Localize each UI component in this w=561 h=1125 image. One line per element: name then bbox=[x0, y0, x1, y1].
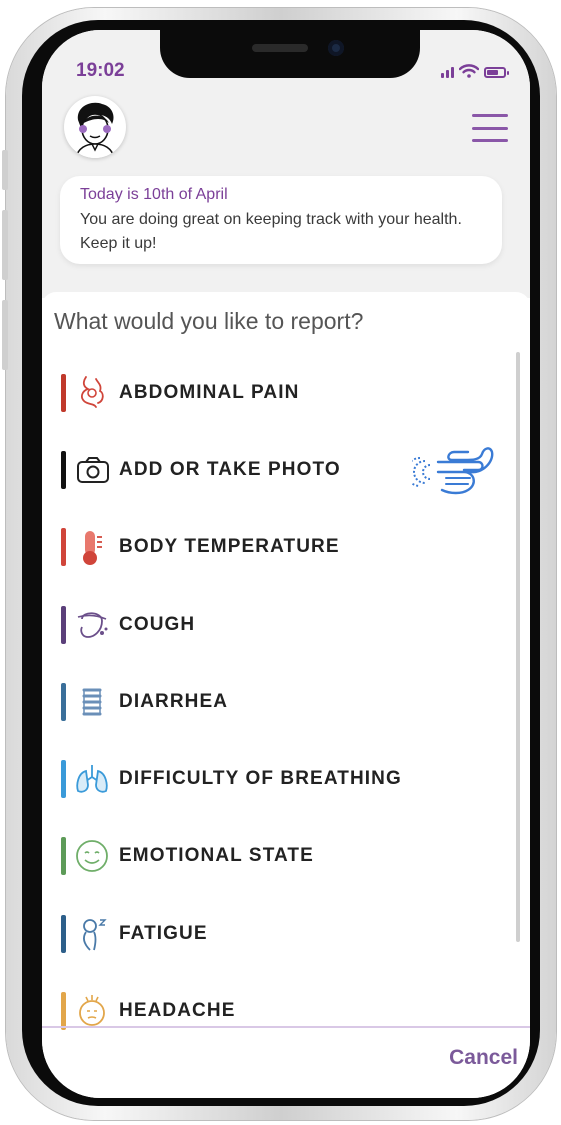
cough-icon bbox=[77, 611, 108, 638]
color-bar bbox=[61, 373, 66, 412]
report-item-headache[interactable]: HEADACHE bbox=[42, 972, 512, 1049]
report-item-label: DIARRHEA bbox=[119, 690, 229, 712]
footer-divider bbox=[42, 1026, 530, 1028]
color-bar bbox=[61, 605, 66, 644]
report-item-label: COUGH bbox=[119, 613, 196, 635]
status-icons bbox=[441, 64, 509, 78]
color-bar bbox=[61, 914, 66, 953]
report-item-label: ADD OR TAKE PHOTO bbox=[119, 458, 341, 480]
report-item-label: DIFFICULTY OF BREATHING bbox=[119, 768, 402, 790]
report-item-label: FATIGUE bbox=[119, 922, 208, 944]
thermometer-icon bbox=[83, 531, 102, 566]
report-item-label: BODY TEMPERATURE bbox=[119, 536, 340, 558]
intestine-icon bbox=[82, 688, 102, 716]
front-camera bbox=[328, 40, 344, 56]
camera-icon bbox=[77, 456, 109, 483]
smiley-icon bbox=[76, 840, 108, 873]
abdomen-icon bbox=[81, 375, 104, 408]
today-card: Today is 10th of April You are doing gre… bbox=[60, 176, 502, 264]
battery-icon bbox=[484, 67, 509, 78]
cancel-button[interactable]: Cancel bbox=[449, 1046, 518, 1070]
report-question: What would you like to report? bbox=[54, 308, 364, 334]
report-item-fatigue[interactable]: FATIGUE bbox=[42, 895, 512, 972]
color-bar bbox=[61, 992, 66, 1031]
report-item-emotional-state[interactable]: EMOTIONAL STATE bbox=[42, 818, 512, 895]
phone-side-button bbox=[2, 210, 8, 280]
report-item-diarrhea[interactable]: DIARRHEA bbox=[42, 663, 512, 740]
hand-pointer-icon bbox=[412, 447, 494, 495]
phone-screen: 19:02 Today is 10th of April You are doi… bbox=[42, 30, 530, 1098]
phone-side-button bbox=[2, 150, 8, 190]
color-bar bbox=[61, 837, 66, 876]
wifi-icon bbox=[459, 64, 479, 78]
today-title: Today is 10th of April bbox=[80, 186, 228, 203]
color-bar bbox=[61, 450, 66, 489]
color-bar bbox=[61, 682, 66, 721]
today-message: You are doing great on keeping track wit… bbox=[80, 211, 462, 252]
report-item-abdominal-pain[interactable]: ABDOMINAL PAIN bbox=[42, 354, 512, 431]
color-bar bbox=[61, 528, 66, 567]
avatar-icon[interactable] bbox=[64, 96, 126, 158]
report-item-label: ABDOMINAL PAIN bbox=[119, 381, 300, 403]
scrollbar[interactable] bbox=[516, 352, 520, 942]
phone-side-button bbox=[2, 300, 8, 370]
report-item-label: EMOTIONAL STATE bbox=[119, 845, 314, 867]
lungs-icon bbox=[76, 765, 108, 793]
status-time: 19:02 bbox=[76, 60, 125, 81]
report-item-label: HEADACHE bbox=[119, 1000, 236, 1022]
report-item-cough[interactable]: COUGH bbox=[42, 586, 512, 663]
report-sheet: What would you like to report? ABDOMINAL… bbox=[42, 292, 530, 1098]
fatigue-icon bbox=[83, 918, 107, 951]
color-bar bbox=[61, 760, 66, 799]
notch bbox=[160, 30, 420, 78]
signal-icon bbox=[441, 67, 454, 78]
report-item-difficulty-breathing[interactable]: DIFFICULTY OF BREATHING bbox=[42, 740, 512, 817]
hamburger-menu-icon[interactable] bbox=[472, 114, 508, 142]
speaker bbox=[252, 44, 308, 52]
report-item-body-temperature[interactable]: BODY TEMPERATURE bbox=[42, 509, 512, 586]
